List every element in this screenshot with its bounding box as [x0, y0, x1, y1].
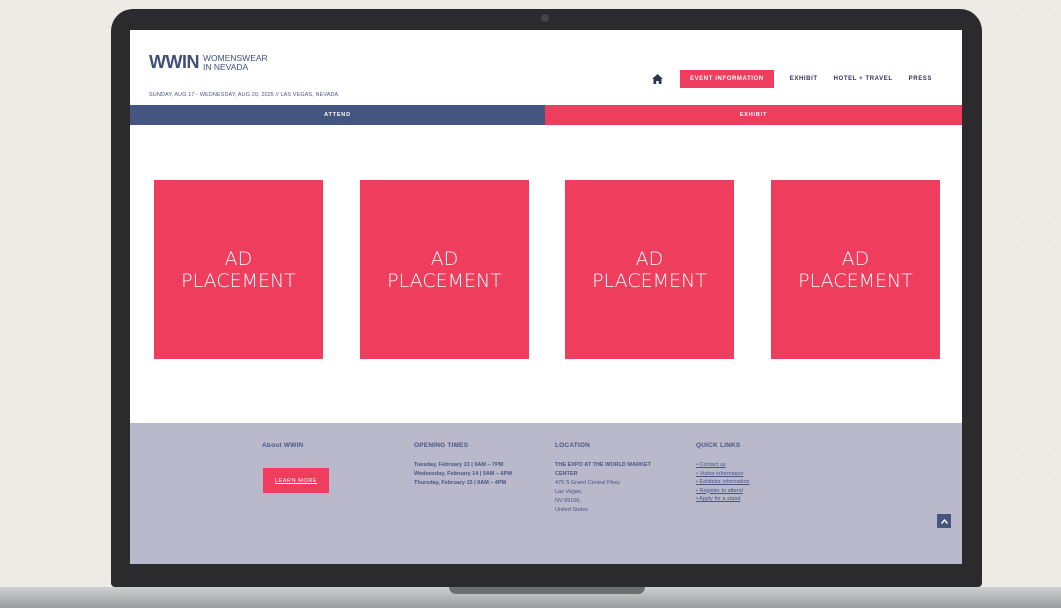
quick-link-register[interactable]: Register to attend — [696, 487, 750, 496]
address-line: NV 89106, — [555, 498, 581, 504]
ad-line1: AD — [430, 247, 459, 270]
ad-line2: PLACEMENT — [387, 269, 502, 292]
ad-placement-4[interactable]: AD PLACEMENT — [771, 180, 940, 359]
quick-link-contact[interactable]: Contact us — [696, 461, 750, 470]
address-line: United States — [555, 507, 589, 513]
ad-placement-1[interactable]: AD PLACEMENT — [154, 180, 323, 359]
laptop-notch — [449, 587, 645, 594]
opening-line: Thursday, February 15 | 9AM – 4PM — [414, 480, 507, 486]
ad-line1: AD — [635, 247, 664, 270]
camera-icon — [541, 14, 549, 22]
subnav-attend[interactable]: ATTEND — [130, 105, 545, 125]
quick-links-list: Contact us Visitor information Exhibitor… — [696, 461, 750, 504]
back-to-top-button[interactable] — [937, 514, 951, 528]
logo-text: WOMENSWEAR IN NEVADA — [202, 53, 268, 72]
main-nav: EVENT INFORMATION EXHIBIT HOTEL + TRAVEL… — [652, 70, 932, 88]
ad-line2: PLACEMENT — [592, 269, 707, 292]
ad-line2: PLACEMENT — [798, 269, 913, 292]
footer-location: LOCATION THE EXPO AT THE WORLD MARKET CE… — [555, 442, 651, 515]
footer-about: About WWIN — [262, 442, 303, 449]
address-line: 475 S Grand Central Pkwy — [555, 480, 621, 486]
ad-line1: AD — [841, 247, 870, 270]
learn-more-button[interactable]: LEARN MORE — [263, 468, 329, 493]
ad-line2: PLACEMENT — [181, 269, 296, 292]
address-line: Las Vegas, — [555, 489, 583, 495]
footer-quick-links-heading: QUICK LINKS — [696, 442, 741, 449]
logo-mark-text: WWIN — [149, 52, 199, 72]
venue-line1: THE EXPO AT THE WORLD MARKET — [555, 462, 651, 468]
site-header: WWIN WOMENSWEAR IN NEVADA SUNDAY, AUG 17… — [130, 30, 962, 105]
opening-line: Tuesday, February 13 | 9AM – 7PM — [414, 462, 504, 468]
quick-link-apply-stand[interactable]: Apply for a stand — [696, 495, 750, 504]
quick-link-exhibitor-info[interactable]: Exhibitor information — [696, 478, 749, 487]
event-dates: SUNDAY, AUG 17 - WEDNESDAY, AUG 20, 2025… — [149, 92, 339, 98]
footer-location-heading: LOCATION — [555, 442, 591, 449]
sub-navigation: ATTEND EXHIBIT — [130, 105, 962, 125]
site-logo[interactable]: WWIN WOMENSWEAR IN NEVADA — [149, 52, 268, 73]
logo-mark: WWIN — [149, 52, 199, 73]
footer-opening-heading: OPENING TIMES — [414, 442, 469, 449]
ad-placement-3[interactable]: AD PLACEMENT — [565, 180, 734, 359]
ad-placement-2[interactable]: AD PLACEMENT — [360, 180, 529, 359]
footer-about-heading: About WWIN — [262, 442, 304, 449]
home-icon[interactable] — [652, 73, 664, 85]
browser-screen: WWIN WOMENSWEAR IN NEVADA SUNDAY, AUG 17… — [130, 30, 962, 564]
opening-line: Wednesday, February 14 | 9AM – 6PM — [414, 471, 512, 477]
logo-text-line2: IN NEVADA — [202, 61, 249, 72]
nav-exhibit[interactable]: EXHIBIT — [790, 76, 818, 82]
nav-event-information[interactable]: EVENT INFORMATION — [679, 70, 774, 88]
ad-line1: AD — [224, 247, 253, 270]
footer-quick-links: QUICK LINKS Contact us Visitor informati… — [696, 442, 750, 504]
site-footer: About WWIN LEARN MORE OPENING TIMES Tues… — [130, 423, 962, 564]
chevron-up-icon — [940, 518, 948, 524]
nav-press[interactable]: PRESS — [909, 76, 932, 82]
footer-opening-times: OPENING TIMES Tuesday, February 13 | 9AM… — [414, 442, 512, 488]
venue-line2: CENTER — [555, 471, 578, 477]
subnav-exhibit[interactable]: EXHIBIT — [545, 105, 962, 125]
quick-link-visitor-info[interactable]: Visitor information — [696, 470, 750, 479]
nav-hotel-travel[interactable]: HOTEL + TRAVEL — [834, 76, 893, 82]
